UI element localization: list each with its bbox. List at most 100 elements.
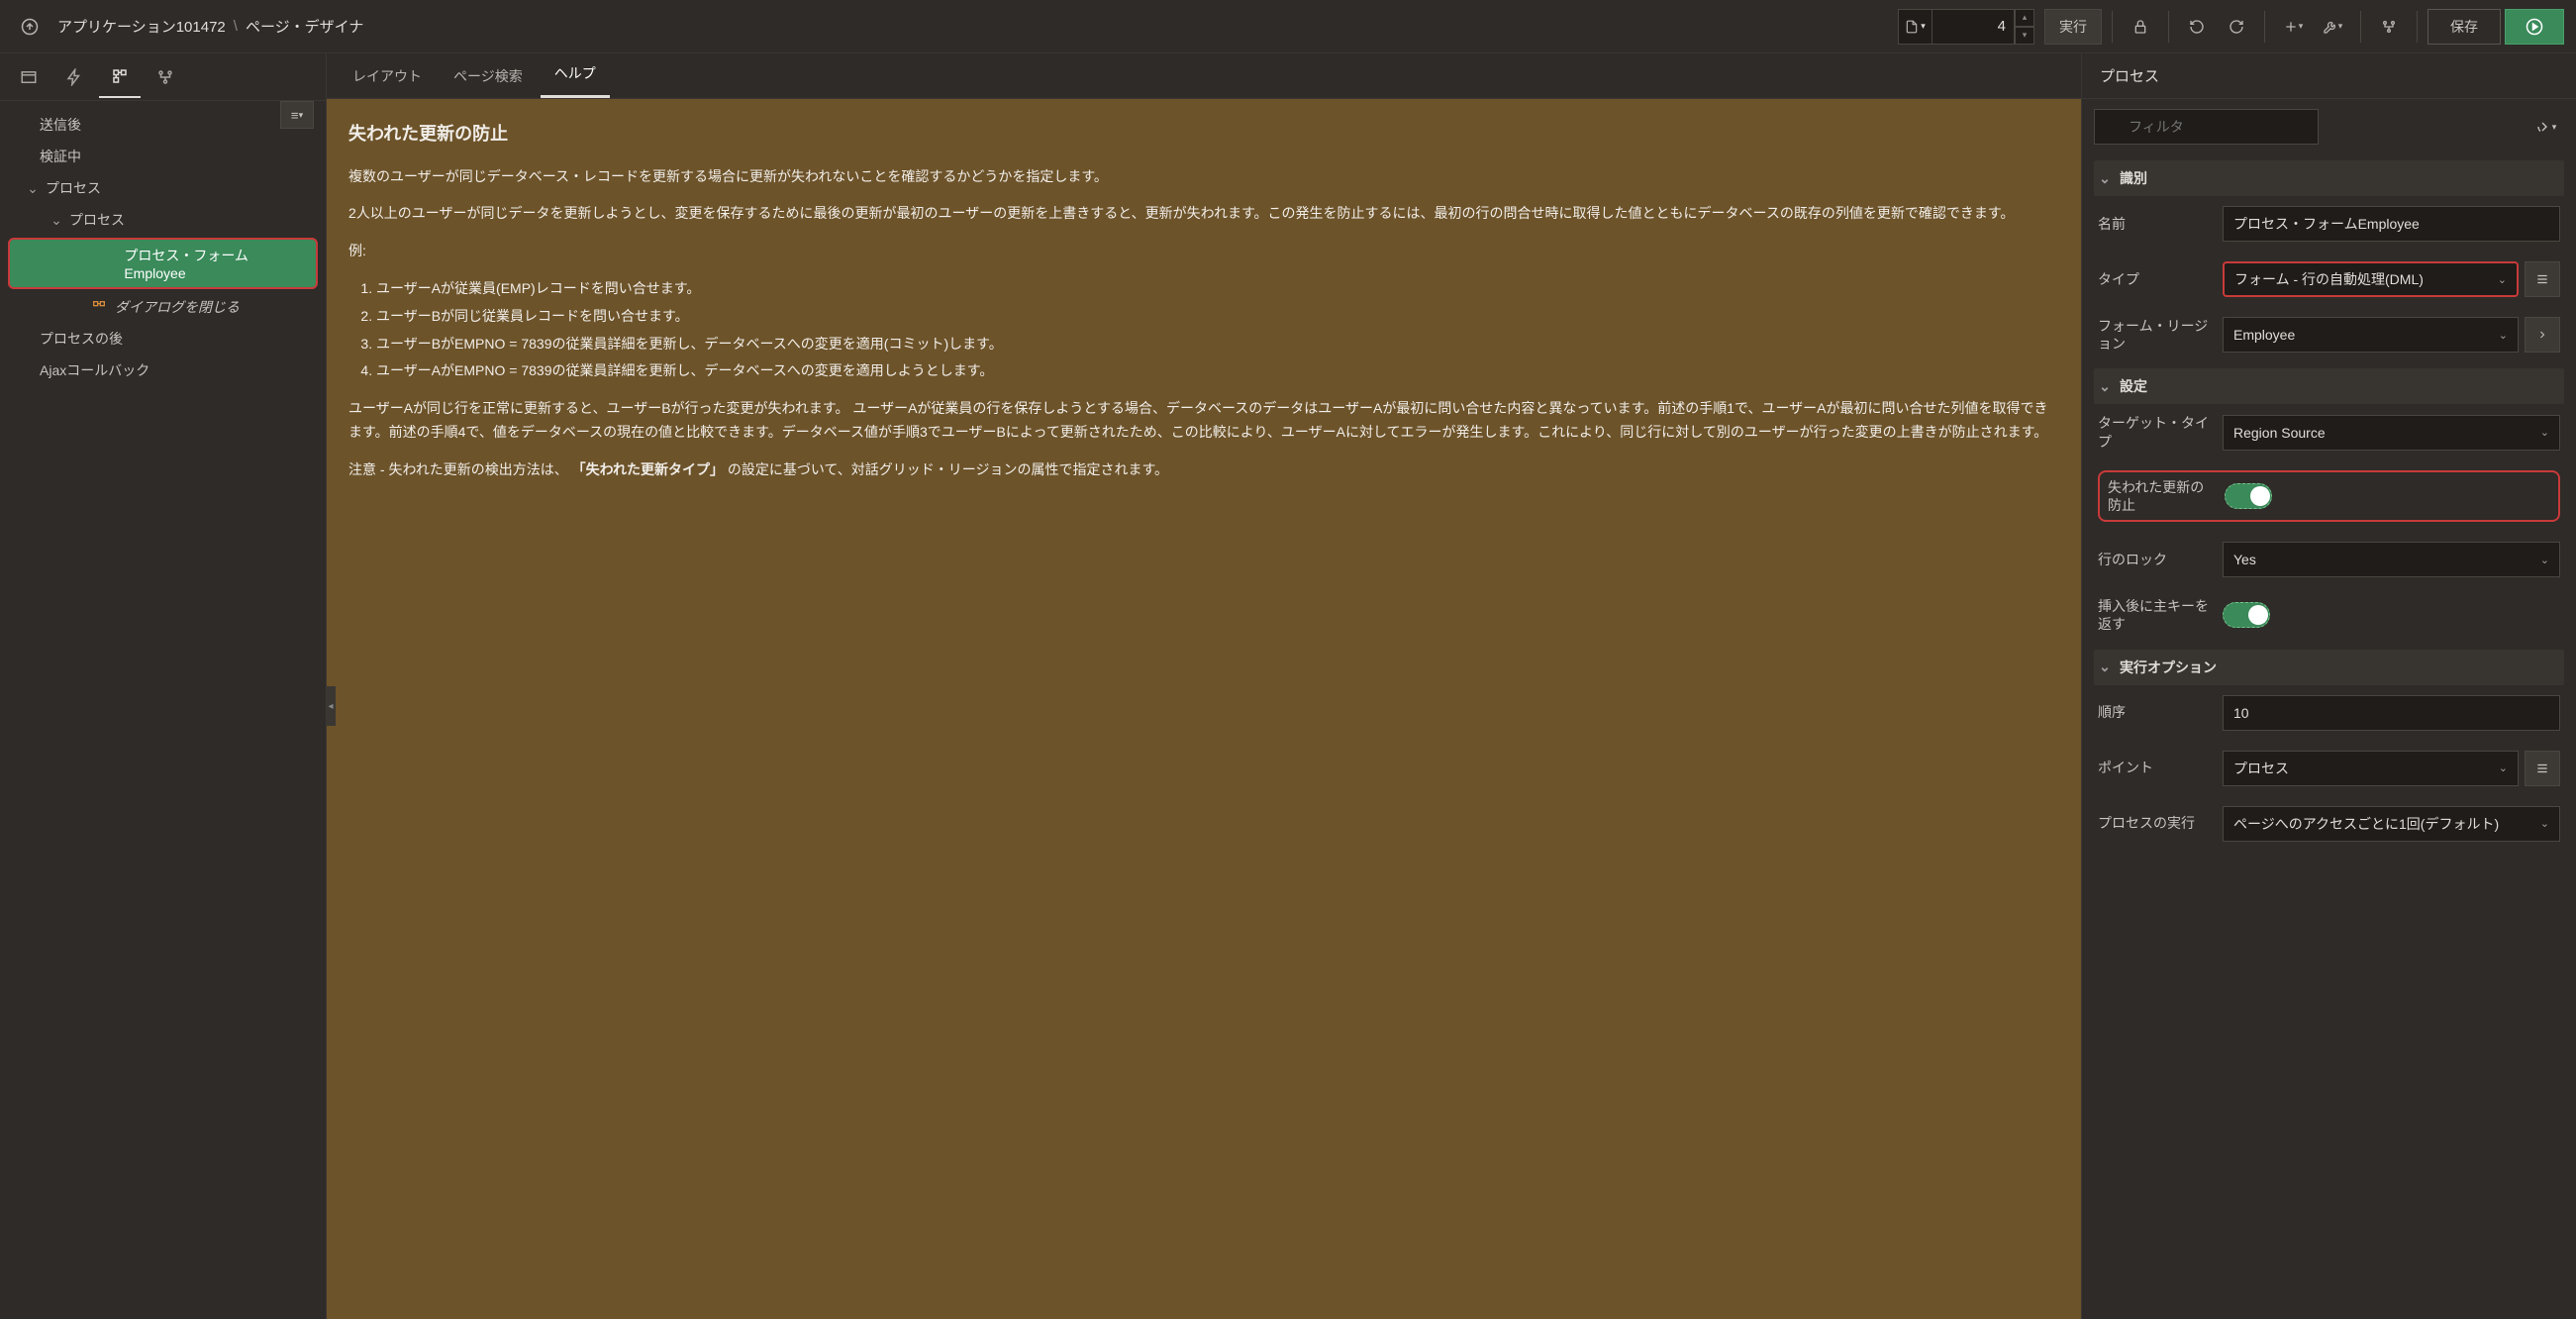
help-paragraph: 複数のユーザーが同じデータベース・レコードを更新する場合に更新が失われないことを…: [348, 165, 2059, 189]
go-button[interactable]: 実行: [2044, 9, 2102, 45]
tab-rendering-icon[interactable]: [8, 56, 50, 98]
tree-item-close-dialog[interactable]: ダイアログを閉じる: [0, 291, 326, 323]
tree-label: プロセス: [46, 178, 101, 198]
toggle-prevent-lost-updates[interactable]: [2225, 483, 2272, 509]
section-identification[interactable]: ⌄ 識別: [2094, 160, 2564, 196]
page-down-button[interactable]: ▾: [2015, 27, 2034, 45]
help-paragraph: 2人以上のユーザーが同じデータを更新しようとし、変更を保存するために最後の更新が…: [348, 202, 2059, 226]
undo-button[interactable]: [2179, 9, 2215, 45]
help-list-item: ユーザーBがEMPNO = 7839の従業員詳細を更新し、データベースへの変更を…: [376, 333, 2059, 356]
breadcrumb-app[interactable]: アプリケーション101472: [57, 16, 226, 37]
chevron-down-icon: ⌄: [2499, 329, 2508, 342]
input-sequence[interactable]: 10: [2223, 695, 2560, 731]
label-return-pk: 挿入後に主キーを返す: [2098, 597, 2213, 633]
chevron-down-icon: ⌄: [50, 213, 63, 227]
tree-item-after-processes[interactable]: プロセスの後: [0, 323, 326, 355]
center-tabs: レイアウト ページ検索 ヘルプ: [327, 53, 2081, 99]
section-settings[interactable]: ⌄ 設定: [2094, 368, 2564, 404]
chevron-down-icon: ⌄: [2098, 660, 2112, 674]
page-number-group: ▾ ▴ ▾: [1898, 9, 2034, 45]
collapse-handle[interactable]: ◂: [326, 686, 336, 726]
breadcrumb-page[interactable]: ページ・デザイナ: [246, 16, 363, 37]
select-row-lock[interactable]: Yes ⌄: [2223, 542, 2560, 577]
select-target-type[interactable]: Region Source ⌄: [2223, 415, 2560, 451]
chevron-down-icon: ⌄: [2498, 273, 2507, 286]
page-lock-icon[interactable]: ▾: [1898, 9, 1932, 45]
help-content: 失われた更新の防止 複数のユーザーが同じデータベース・レコードを更新する場合に更…: [327, 99, 2081, 1319]
tree-view-button[interactable]: ≡ ▾: [280, 101, 314, 129]
tree-item-processes-sub[interactable]: ⌄ プロセス: [0, 204, 326, 236]
left-tab-bar: [0, 53, 326, 101]
select-value: フォーム - 行の自動処理(DML): [2234, 269, 2424, 289]
label-process-run: プロセスの実行: [2098, 814, 2213, 832]
help-text-bold: 「失われた更新タイプ」: [572, 461, 724, 477]
filter-input[interactable]: [2094, 109, 2319, 145]
property-editor: ⌄ 識別 名前 プロセス・フォームEmployee タイプ フォーム - 行の自…: [2082, 154, 2576, 1319]
run-button[interactable]: [2505, 9, 2564, 45]
divider: [2168, 11, 2169, 43]
help-list-item: ユーザーAがEMPNO = 7839の従業員詳細を更新し、データベースへの変更を…: [376, 359, 2059, 383]
tree-item-process-form-employee[interactable]: プロセス・フォームEmployee: [8, 238, 318, 289]
select-value: Region Source: [2233, 425, 2326, 441]
label-form-region: フォーム・リージョン: [2098, 317, 2213, 353]
tab-processing-icon[interactable]: [99, 56, 141, 98]
select-process-run[interactable]: ページへのアクセスごとに1回(デフォルト) ⌄: [2223, 806, 2560, 842]
help-list-item: ユーザーAが従業員(EMP)レコードを問い合せます。: [376, 277, 2059, 301]
select-type[interactable]: フォーム - 行の自動処理(DML) ⌄: [2223, 261, 2519, 297]
tab-dynamic-icon[interactable]: [53, 56, 95, 98]
breadcrumb: アプリケーション101472 \ ページ・デザイナ: [57, 16, 363, 37]
tab-page-search[interactable]: ページ検索: [440, 54, 537, 98]
section-title: 設定: [2120, 376, 2147, 396]
redo-button[interactable]: [2219, 9, 2254, 45]
chevron-down-icon: ⌄: [2540, 426, 2549, 439]
topbar: アプリケーション101472 \ ページ・デザイナ ▾ ▴ ▾ 実行: [0, 0, 2576, 53]
toggle-return-pk[interactable]: [2223, 602, 2270, 628]
tree-label: プロセス: [69, 210, 125, 230]
label-type: タイプ: [2098, 270, 2213, 288]
chevron-down-icon: ⌄: [2098, 379, 2112, 393]
process-icon: [89, 297, 109, 317]
select-point[interactable]: プロセス ⌄: [2223, 751, 2519, 786]
input-name[interactable]: プロセス・フォームEmployee: [2223, 206, 2560, 242]
point-options-button[interactable]: [2525, 751, 2560, 786]
lock-button[interactable]: [2123, 9, 2158, 45]
page-number-spinner[interactable]: ▴ ▾: [2015, 9, 2034, 45]
filter-menu-button[interactable]: ▾: [2528, 109, 2564, 145]
tree-label: プロセス・フォームEmployee: [124, 246, 304, 281]
utilities-button[interactable]: ▾: [2315, 9, 2350, 45]
select-value: ページへのアクセスごとに1回(デフォルト): [2233, 814, 2499, 834]
tree-item-after-submit[interactable]: 送信後: [0, 109, 326, 141]
page-up-button[interactable]: ▴: [2015, 9, 2034, 27]
divider: [2417, 11, 2418, 43]
tab-shared-icon[interactable]: [145, 56, 186, 98]
divider: [2360, 11, 2361, 43]
right-panel-header: プロセス: [2082, 53, 2576, 99]
tab-layout[interactable]: レイアウト: [339, 54, 436, 98]
shared-button[interactable]: [2371, 9, 2407, 45]
chevron-down-icon: ⌄: [2098, 171, 2112, 185]
breadcrumb-separator: \: [234, 18, 238, 35]
chevron-down-icon: ⌄: [2540, 554, 2549, 566]
tree-item-validating[interactable]: 検証中: [0, 141, 326, 172]
form-region-goto-button[interactable]: [2525, 317, 2560, 353]
select-value: Yes: [2233, 552, 2256, 567]
section-title: 識別: [2120, 168, 2147, 188]
up-nav-button[interactable]: [12, 9, 48, 45]
tree-item-ajax-callback[interactable]: Ajaxコールバック: [0, 355, 326, 386]
tab-help[interactable]: ヘルプ: [541, 51, 610, 98]
page-number-input[interactable]: [1932, 9, 2015, 45]
chevron-down-icon: ⌄: [2540, 817, 2549, 830]
add-button[interactable]: ▾: [2275, 9, 2311, 45]
chevron-down-icon: ⌄: [2499, 761, 2508, 774]
select-form-region[interactable]: Employee ⌄: [2223, 317, 2519, 353]
tree-item-processes[interactable]: ⌄ プロセス: [0, 172, 326, 204]
left-panel: ≡ ▾ 送信後 検証中 ⌄ プロセス ⌄ プロセス プロセス・フォームEmplo…: [0, 53, 327, 1319]
select-value: Employee: [2233, 327, 2295, 343]
select-value: プロセス: [2233, 759, 2289, 778]
divider: [2112, 11, 2113, 43]
center-panel: レイアウト ページ検索 ヘルプ ◂ 失われた更新の防止 複数のユーザーが同じデー…: [327, 53, 2081, 1319]
save-button[interactable]: 保存: [2427, 9, 2501, 45]
section-execution-options[interactable]: ⌄ 実行オプション: [2094, 650, 2564, 685]
right-panel: プロセス ▾ ⌄ 識別 名前 プロセス・フォー: [2081, 53, 2576, 1319]
type-options-button[interactable]: [2525, 261, 2560, 297]
